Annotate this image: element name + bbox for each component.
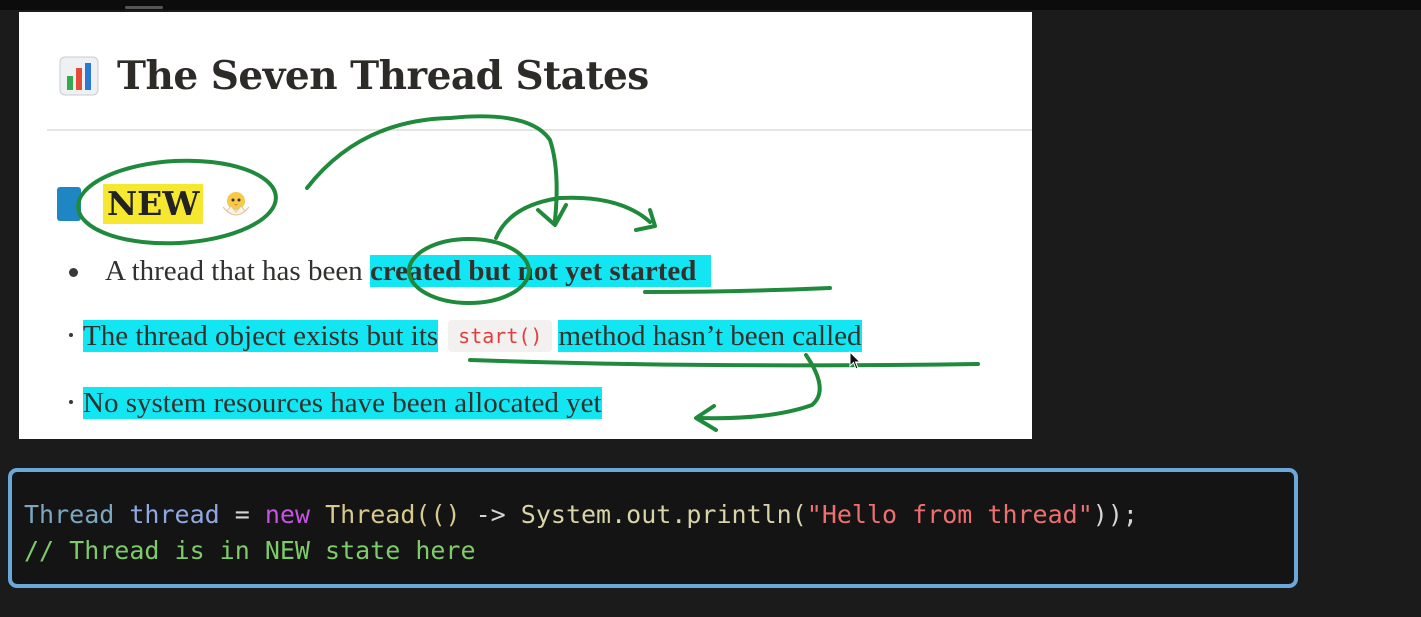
page-title: The Seven Thread States (117, 53, 649, 99)
section-heading: NEW (57, 184, 253, 224)
title-row: The Seven Thread States (59, 50, 649, 102)
bullet-bold-text: created but not yet started (369, 255, 697, 287)
title-divider (47, 129, 1032, 131)
bullet-text: No system resources have been allocated … (83, 387, 602, 419)
bullet-start-not-called: The thread object exists but its start() m… (69, 320, 862, 353)
bullet-no-resources: No system resources have been allocated … (69, 387, 602, 420)
blue-number-badge (57, 187, 81, 221)
progress-marker (125, 6, 163, 9)
mouse-cursor-icon (849, 351, 862, 370)
bullet-text: The thread object exists but its (83, 320, 439, 352)
bar-chart-icon (59, 56, 99, 96)
bullet-text: A thread that has been (105, 255, 370, 287)
code-line-2: // Thread is in NEW state here (24, 536, 476, 565)
code-line-1: Thread thread = new Thread(() -> System.… (24, 500, 1138, 529)
bullet-created: A thread that has been created but not y… (105, 255, 711, 288)
bullet-text-cont: method hasn’t been called (558, 320, 862, 352)
slide-panel: The Seven Thread States NEW A thread tha… (19, 12, 1032, 439)
state-label: NEW (103, 184, 204, 224)
bullet-dot (69, 268, 78, 277)
start-method-code: start() (448, 320, 553, 352)
hatching-chick-icon (223, 192, 250, 216)
code-block: Thread thread = new Thread(() -> System.… (8, 468, 1298, 588)
video-top-bar (0, 0, 1421, 10)
